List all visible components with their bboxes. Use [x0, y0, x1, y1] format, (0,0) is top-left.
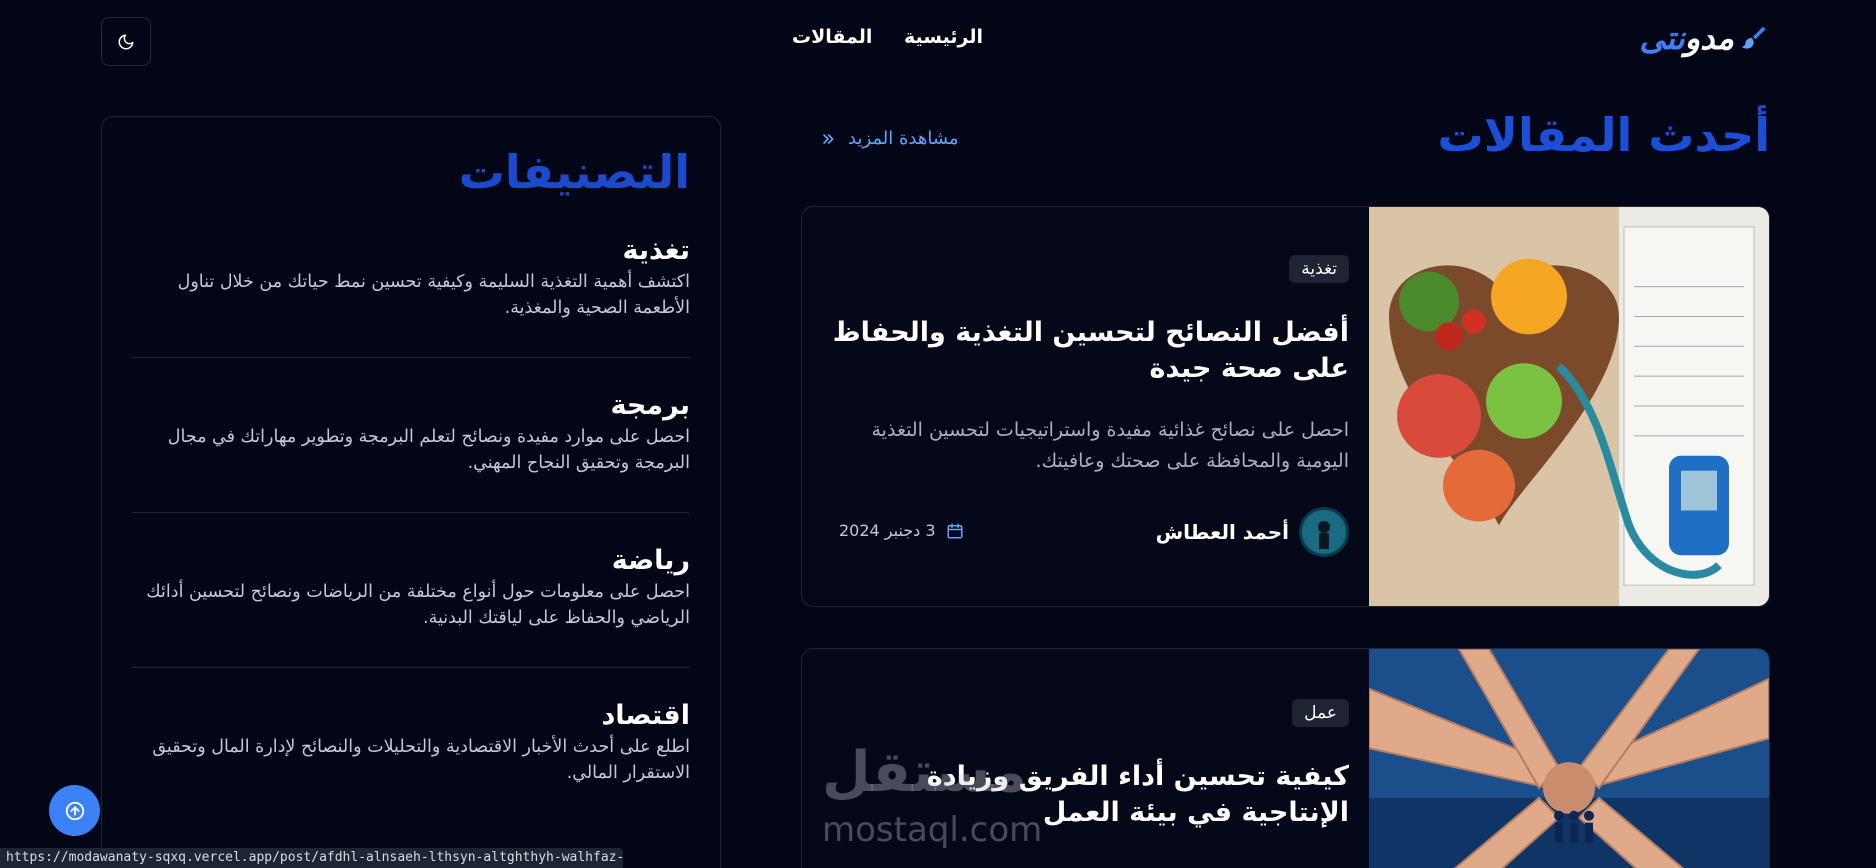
- avatar: [1299, 507, 1349, 557]
- category-name: تغذية: [622, 235, 691, 266]
- article-card[interactable]: تغذية أفضل النصائح لتحسين التغذية والحفا…: [801, 206, 1770, 607]
- category-name: برمجة: [610, 390, 690, 421]
- article-title[interactable]: أفضل النصائح لتحسين التغذية والحفاظ على …: [819, 315, 1349, 387]
- article-image-teamwork[interactable]: [1369, 649, 1769, 868]
- article-author[interactable]: أحمد العطاش: [1156, 507, 1349, 557]
- categories-panel: التصنيفات تغذية اكتشف أهمية التغذية السل…: [101, 116, 721, 868]
- category-item-sports[interactable]: رياضة احصل على معلومات حول أنواع مختلفة …: [132, 539, 690, 668]
- paintbrush-icon: [1741, 26, 1766, 49]
- category-item-economy[interactable]: اقتصاد اطلع على أحدث الأخبار الاقتصادية …: [132, 694, 690, 822]
- article-card-body: تغذية أفضل النصائح لتحسين التغذية والحفا…: [819, 207, 1349, 606]
- category-name: رياضة: [611, 545, 690, 576]
- article-image-nutrition[interactable]: [1369, 207, 1769, 606]
- article-tag[interactable]: تغذية: [1289, 255, 1349, 283]
- category-desc: احصل على موارد مفيدة ونصائح لتعلم البرمج…: [167, 427, 690, 473]
- chevrons-right-icon: [823, 133, 834, 144]
- category-desc: اكتشف أهمية التغذية السليمة وكيفية تحسين…: [177, 272, 690, 318]
- category-item-programming[interactable]: برمجة احصل على موارد مفيدة ونصائح لتعلم …: [132, 384, 690, 513]
- calendar-icon: [947, 523, 963, 538]
- see-more-link[interactable]: مشاهدة المزيد: [820, 128, 959, 149]
- watermark-arabic: مستقل: [822, 740, 1029, 805]
- category-name: اقتصاد: [601, 700, 690, 731]
- logo-text-accent: نتى: [1639, 19, 1685, 57]
- site-logo[interactable]: مدونتى: [1639, 16, 1768, 60]
- categories-title: التصنيفات: [458, 145, 690, 199]
- scroll-to-top-button[interactable]: [49, 785, 100, 836]
- logo-text-main: مدو: [1684, 19, 1734, 57]
- see-more-label: مشاهدة المزيد: [848, 128, 959, 149]
- site-header: الرئيسية المقالات مدونتى: [0, 0, 1876, 82]
- category-desc: اطلع على أحدث الأخبار الاقتصادية والتحلي…: [152, 737, 690, 783]
- browser-status-bar: https://modawanaty-sqxq.vercel.app/post/…: [0, 848, 623, 868]
- nav-link-articles[interactable]: المقالات: [792, 26, 872, 48]
- article-date-text: 3 دجنبر 2024: [839, 521, 936, 540]
- nav-link-home[interactable]: الرئيسية: [904, 26, 983, 48]
- watermark-english: mostaql.com: [822, 810, 1043, 850]
- main-nav: الرئيسية المقالات: [0, 26, 1876, 56]
- author-name: أحمد العطاش: [1155, 520, 1289, 544]
- article-tag[interactable]: عمل: [1292, 699, 1349, 727]
- logo-text: مدونتى: [1639, 19, 1734, 57]
- category-item-nutrition[interactable]: تغذية اكتشف أهمية التغذية السليمة وكيفية…: [132, 229, 690, 358]
- arrow-up-circle-icon: [65, 801, 84, 820]
- article-excerpt: احصل على نصائح غذائية مفيدة واستراتيجيات…: [871, 419, 1350, 472]
- watermark: مستقل mostaql.com: [822, 740, 1042, 850]
- article-date: 3 دجنبر 2024: [839, 521, 964, 540]
- latest-articles-title: أحدث المقالات: [1437, 108, 1770, 162]
- category-desc: احصل على معلومات حول أنواع مختلفة من الر…: [146, 582, 690, 628]
